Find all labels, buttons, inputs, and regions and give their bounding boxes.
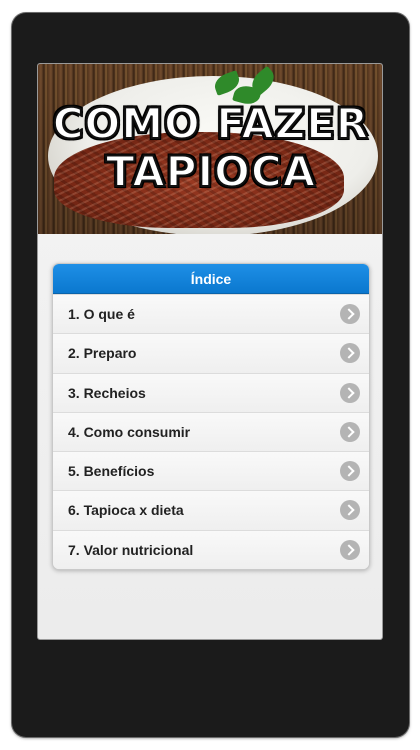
list-item-tapioca-x-dieta[interactable]: 6. Tapioca x dieta [53,490,369,530]
list-item-label: 7. Valor nutricional [68,541,194,558]
list-item-label: 2. Preparo [68,345,137,362]
list-item-label: 4. Como consumir [68,423,191,440]
chevron-right-icon[interactable] [340,382,360,403]
list-item-label: 1. O que é [68,306,135,322]
list-item-label: 6. Tapioca x dieta [68,502,184,519]
banner-title-line1: COMO FAZER [52,99,370,148]
chevron-right-icon[interactable] [340,421,360,442]
banner-title-line2: TAPIOCA [105,147,317,196]
banner-image: COMO FAZER TAPIOCA [38,64,382,234]
index-header: Índice [53,264,369,294]
list-item-label: 3. Recheios [68,384,146,401]
list-item-beneficios[interactable]: 5. Benefícios [53,451,369,491]
list-item-recheios[interactable]: 3. Recheios [53,372,369,412]
list-item-como-consumir[interactable]: 4. Como consumir [53,411,369,452]
chevron-right-icon[interactable] [340,343,360,364]
chevron-right-icon[interactable] [340,539,360,560]
chevron-right-icon[interactable] [340,461,360,482]
list-item-label: 5. Benefícios [68,463,155,480]
list-item-preparo[interactable]: 2. Preparo [53,333,369,373]
chevron-right-icon[interactable] [340,304,360,324]
list-item-o-que-e[interactable]: 1. O que é [53,294,369,334]
index-list: Índice 1. O que é 2. Preparo 3. Recheios… [52,263,370,571]
app-screen: COMO FAZER TAPIOCA Índice 1. O que é 2. … [37,63,383,640]
chevron-right-icon[interactable] [340,500,360,521]
list-item-valor-nutricional[interactable]: 7. Valor nutricional [53,529,369,570]
